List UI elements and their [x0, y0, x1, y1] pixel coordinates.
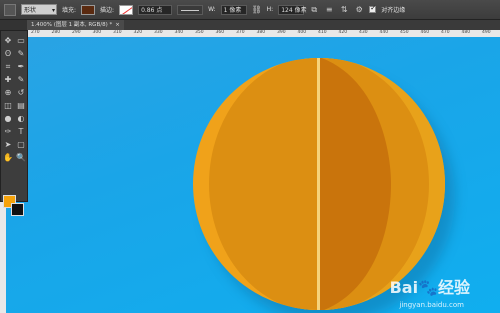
- ruler-tick-label: 430: [359, 30, 368, 35]
- ruler-tick-label: 290: [72, 30, 81, 35]
- dodge-icon[interactable]: ◐: [15, 113, 27, 125]
- width-label: W:: [208, 6, 216, 13]
- ruler-tick-label: 400: [297, 30, 307, 35]
- document-tab[interactable]: 1.400% (图层 1 副本, RGB/8) * ×: [27, 20, 124, 30]
- quick-select-icon[interactable]: ✎: [15, 48, 27, 60]
- artwork: [193, 58, 455, 313]
- watermark-url: jingyan.baidu.com: [399, 301, 464, 309]
- marquee-icon[interactable]: ▭: [15, 35, 27, 47]
- ruler-tick-label: 310: [113, 30, 122, 35]
- align-edges-checkbox[interactable]: [369, 4, 377, 13]
- stamp-icon[interactable]: ⊕: [2, 87, 14, 99]
- ruler-tick-label: 470: [441, 30, 450, 35]
- gradient-icon[interactable]: ▤: [15, 100, 27, 112]
- ruler-tick-label: 300: [92, 30, 102, 35]
- path-alignment-icon[interactable]: ≡: [324, 5, 334, 15]
- document-tab-title: 1.400% (图层 1 副本, RGB/8) *: [31, 22, 113, 28]
- lasso-icon[interactable]: ʘ: [2, 48, 14, 60]
- fill-label: 填充:: [62, 7, 77, 14]
- ruler-tick-label: 320: [133, 30, 143, 35]
- stroke-color-swatch[interactable]: [119, 4, 134, 15]
- close-icon[interactable]: ×: [115, 22, 120, 28]
- blur-icon[interactable]: ●: [2, 113, 14, 125]
- pen-icon[interactable]: ✑: [2, 126, 14, 138]
- height-field[interactable]: 124 像素: [278, 4, 307, 15]
- color-swatches[interactable]: [3, 195, 25, 217]
- gear-icon[interactable]: ⚙: [354, 5, 364, 15]
- watermark-logo: Bai🐾经验: [389, 278, 470, 297]
- link-dimensions-icon[interactable]: ⛓: [252, 5, 262, 15]
- ruler-tick-label: 440: [379, 30, 389, 35]
- ruler-tick-label: 270: [31, 30, 40, 35]
- ruler-tick-label: 450: [400, 30, 409, 35]
- background-color-swatch[interactable]: [11, 203, 24, 216]
- eyedropper-icon[interactable]: ✒: [15, 61, 27, 73]
- ruler-tick-label: 390: [277, 30, 286, 35]
- ruler-tick-label: 330: [154, 30, 163, 35]
- path-arrangement-icon[interactable]: ⇅: [339, 5, 349, 15]
- ruler-tick-label: 460: [420, 30, 430, 35]
- tool-mode-select[interactable]: 形状: [21, 4, 57, 16]
- height-label: H:: [266, 6, 274, 13]
- align-edges-label: 对齐边缘: [381, 7, 406, 14]
- path-select-icon[interactable]: ➤: [2, 139, 14, 151]
- ruler-tick-label: 350: [195, 30, 204, 35]
- healing-icon[interactable]: ✚: [2, 74, 14, 86]
- crop-icon[interactable]: ⌗: [2, 61, 14, 73]
- type-icon[interactable]: T: [15, 126, 27, 138]
- path-operations-icon[interactable]: ⧉: [309, 5, 319, 15]
- shape-tool-icon[interactable]: [4, 3, 16, 16]
- center-seam: [317, 58, 320, 310]
- width-field[interactable]: 1 像素: [220, 4, 247, 15]
- zoom-icon[interactable]: 🔍: [15, 152, 27, 164]
- ruler-tick-label: 280: [51, 30, 61, 35]
- ruler-tick-label: 480: [461, 30, 471, 35]
- ruler-tick-label: 490: [482, 30, 491, 35]
- ruler-tick-label: 420: [338, 30, 348, 35]
- eraser-icon[interactable]: ◫: [2, 100, 14, 112]
- ruler-tick-label: 370: [236, 30, 245, 35]
- fill-color-swatch[interactable]: [81, 4, 96, 15]
- document-canvas[interactable]: Bai🐾经验 jingyan.baidu.com: [6, 37, 500, 313]
- options-bar: 形状 填充: 描边: 0.86 点 W: 1 像素 ⛓ H: 124 像素 ⧉ …: [0, 0, 500, 20]
- ruler-tick-label: 340: [174, 30, 184, 35]
- stroke-style-select[interactable]: [177, 4, 204, 15]
- tools-panel: ✥ ▭ ʘ ✎ ⌗ ✒ ✚ ✎ ⊕ ↺ ◫ ▤ ● ◐ ✑ T ➤ ▢ ✋ 🔍: [0, 30, 28, 202]
- move-icon[interactable]: ✥: [2, 35, 14, 47]
- history-brush-icon[interactable]: ↺: [15, 87, 27, 99]
- shape-icon[interactable]: ▢: [15, 139, 27, 151]
- hand-icon[interactable]: ✋: [2, 152, 14, 164]
- stroke-label: 描边:: [100, 7, 115, 14]
- ruler-tick-label: 380: [256, 30, 266, 35]
- stroke-width-field[interactable]: 0.86 点: [138, 4, 173, 15]
- brush-icon[interactable]: ✎: [15, 74, 27, 86]
- ruler-tick-label: 410: [318, 30, 327, 35]
- ruler-tick-label: 360: [215, 30, 225, 35]
